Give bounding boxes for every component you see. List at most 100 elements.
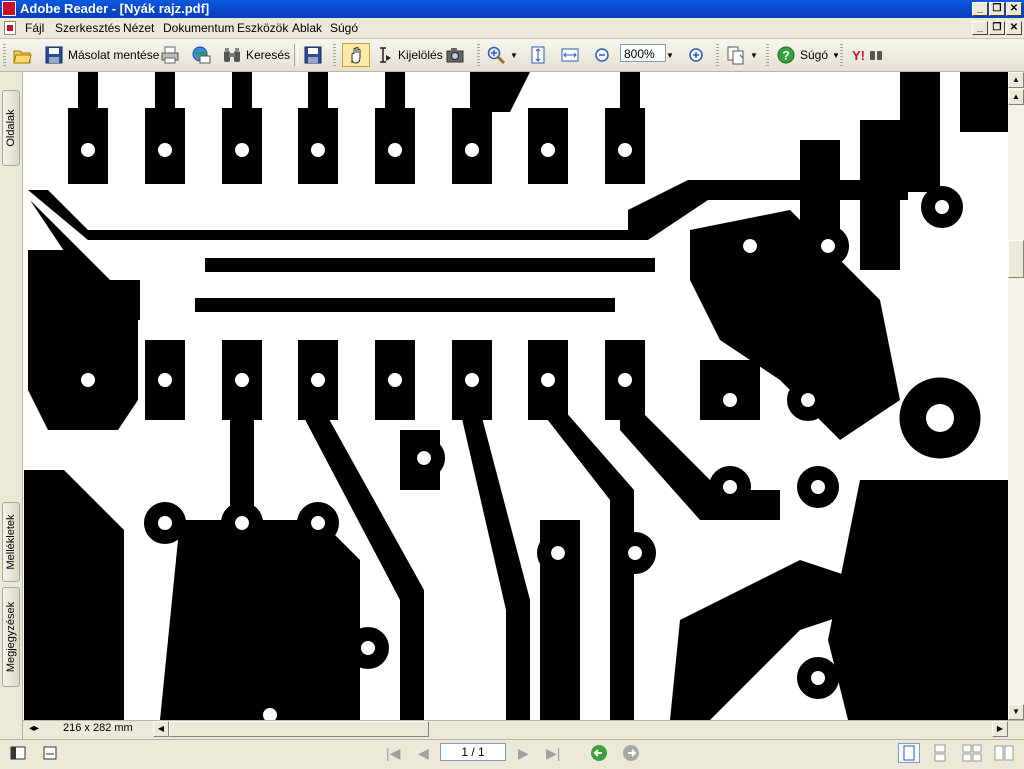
binoculars-icon [222, 45, 242, 65]
tab-pages-label: Oldalak [5, 109, 17, 147]
chevron-down-icon[interactable]: ▼ [510, 51, 518, 60]
plus-circle-icon [686, 45, 706, 65]
minus-circle-icon [592, 45, 612, 65]
print-button[interactable] [160, 43, 180, 67]
doc-minimize-button[interactable]: _ [972, 21, 988, 35]
scroll-up-button[interactable]: ▲ [1008, 89, 1024, 105]
open-folder-icon [12, 45, 32, 65]
open-button[interactable] [12, 43, 32, 67]
close-button[interactable]: ✕ [1006, 2, 1022, 16]
chevron-down-icon: ▼ [832, 50, 840, 60]
snapshot-button[interactable] [445, 43, 465, 67]
toolbar-grip[interactable] [477, 44, 480, 66]
zoom-in-tool-button[interactable]: ▼ [486, 43, 518, 67]
hand-icon [346, 45, 366, 65]
page-number-input[interactable]: 1 / 1 [440, 743, 506, 761]
menu-file[interactable]: Fájl [22, 20, 47, 36]
chevron-down-icon[interactable]: ▼ [750, 51, 758, 60]
continuous-view-button[interactable] [930, 744, 950, 765]
first-page-button[interactable]: |◀ [386, 745, 400, 762]
window-title: Adobe Reader - [Nyák rajz.pdf] [20, 1, 210, 16]
help-label: Súgó [800, 48, 829, 62]
fit-width-button[interactable] [560, 43, 580, 67]
scroll-down-button[interactable]: ▼ [1008, 704, 1024, 720]
save-button[interactable] [303, 43, 323, 67]
toolbar-separator [294, 44, 298, 66]
globe-mail-icon [191, 45, 211, 65]
menu-bar: Fájl Szerkesztés Nézet Dokumentum Eszköz… [0, 18, 1024, 39]
menu-tools[interactable]: Eszközök [234, 20, 291, 36]
hand-tool-button[interactable] [342, 43, 370, 67]
scroll-top-button[interactable]: ▲ [1008, 72, 1024, 88]
continuous-facing-view-button[interactable] [994, 744, 1014, 765]
document-view[interactable] [23, 72, 1008, 720]
floppy-disk-icon [303, 45, 323, 65]
fit-width-icon [560, 45, 580, 65]
camera-icon [445, 45, 465, 65]
toolbar-grip[interactable] [766, 44, 769, 66]
doc-close-button[interactable]: ✕ [1006, 21, 1022, 35]
select-tool-button[interactable]: Kijelölés [374, 43, 443, 67]
tab-comments[interactable]: Megjegyzések [2, 587, 20, 687]
options-icon[interactable] [42, 745, 58, 764]
zoom-in-button[interactable] [686, 43, 706, 67]
menu-window[interactable]: Ablak [289, 20, 325, 36]
menu-help[interactable]: Súgó [327, 20, 361, 36]
scroll-right-button[interactable]: ▶ [992, 721, 1008, 737]
toolbar: Másolat mentése Keresés Kijelölés ▼ ▼ ▼ … [0, 39, 1024, 72]
tab-attachments-label: Mellékletek [5, 514, 17, 570]
adobe-reader-icon [2, 1, 16, 16]
svg-text:?: ? [782, 49, 789, 63]
split-handle-icon[interactable]: ◂▸ [29, 723, 39, 734]
toolbar-grip[interactable] [840, 44, 843, 66]
vertical-scrollbar[interactable]: ▲ ▲ ▼ [1008, 72, 1024, 720]
chevron-down-icon: ▼ [666, 50, 674, 60]
tab-comments-label: Megjegyzések [5, 601, 17, 673]
document-icon[interactable] [4, 21, 16, 35]
svg-text:Y!: Y! [852, 48, 865, 63]
menu-view[interactable]: Nézet [120, 20, 157, 36]
horizontal-scroll-thumb[interactable] [169, 721, 429, 737]
zoom-input[interactable]: 800% [620, 44, 666, 62]
navigation-pane: Oldalak Mellékletek Megjegyzések [0, 72, 23, 740]
toolbar-grip[interactable] [3, 44, 6, 66]
scroll-thumb[interactable] [1008, 240, 1024, 278]
select-label: Kijelölés [398, 48, 443, 62]
toolbar-grip[interactable] [333, 44, 336, 66]
menu-document[interactable]: Dokumentum [160, 20, 237, 36]
pages-icon [726, 45, 746, 65]
fit-height-button[interactable] [528, 43, 548, 67]
floppy-disk-icon [44, 45, 64, 65]
fit-page-icon [528, 45, 548, 65]
help-button[interactable]: ? Súgó ▼ [776, 43, 840, 67]
last-page-button[interactable]: ▶| [546, 745, 560, 762]
tab-attachments[interactable]: Mellékletek [2, 502, 20, 582]
previous-page-button[interactable]: ◀ [418, 745, 429, 762]
email-button[interactable] [191, 43, 211, 67]
restore-button[interactable]: ❐ [989, 2, 1005, 16]
yahoo-search-button[interactable]: Y! [850, 43, 886, 67]
facing-view-button[interactable] [962, 744, 982, 765]
minimize-button[interactable]: _ [972, 2, 988, 16]
nav-pane-toggle-icon[interactable] [10, 745, 26, 764]
search-button[interactable]: Keresés [222, 43, 290, 67]
zoom-dropdown-button[interactable]: ▼ [666, 43, 674, 67]
single-page-view-button[interactable] [898, 743, 920, 763]
page-size-label: 216 x 282 mm [63, 722, 133, 734]
magnifier-plus-icon [486, 45, 506, 65]
back-button[interactable] [590, 744, 608, 765]
text-cursor-icon [374, 45, 394, 65]
scroll-left-button[interactable]: ◀ [153, 721, 169, 737]
tab-pages[interactable]: Oldalak [2, 90, 20, 166]
save-copy-button[interactable]: Másolat mentése [44, 43, 159, 67]
printer-icon [160, 45, 180, 65]
menu-edit[interactable]: Szerkesztés [52, 20, 123, 36]
zoom-out-button[interactable] [592, 43, 612, 67]
page-layout-button[interactable]: ▼ [726, 43, 758, 67]
next-page-button[interactable]: ▶ [518, 745, 529, 762]
forward-button[interactable] [622, 744, 640, 765]
doc-restore-button[interactable]: ❐ [989, 21, 1005, 35]
yahoo-logo-icon: Y! [850, 45, 886, 65]
search-label: Keresés [246, 48, 291, 62]
toolbar-grip[interactable] [716, 44, 719, 66]
